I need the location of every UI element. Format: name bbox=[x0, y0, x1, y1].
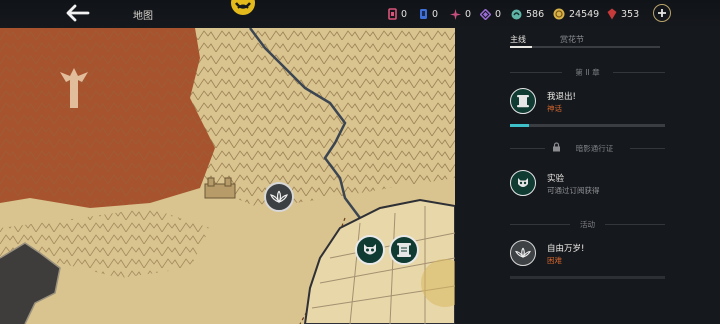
resource-ticket-value: 0 bbox=[432, 8, 439, 20]
plus-icon bbox=[658, 9, 666, 17]
quest-3-difficulty: 困难 bbox=[547, 256, 562, 265]
lotus-icon bbox=[510, 240, 536, 266]
quest-1-difficulty: 神话 bbox=[547, 104, 562, 113]
resource-swirl-value: 586 bbox=[526, 8, 545, 20]
resource-sparkle[interactable]: 0 bbox=[450, 6, 471, 22]
quest-item-1[interactable]: 我退出! 神话 bbox=[510, 88, 668, 124]
map-marker-scroll[interactable] bbox=[389, 235, 419, 265]
quest-item-3[interactable]: 自由万岁! 困难 bbox=[510, 240, 668, 276]
demon-mask-icon bbox=[510, 170, 536, 196]
quest-3-name: 自由万岁! bbox=[547, 244, 585, 254]
quest-item-2[interactable]: 实验 可通过订阅获得 bbox=[510, 170, 668, 206]
card-icon bbox=[388, 8, 397, 20]
map-marker-lotus[interactable] bbox=[264, 182, 294, 212]
resource-crystal-value: 0 bbox=[495, 8, 502, 20]
quest-panel: 主线 赏花节 第 II 章 我退出! 神话 暗影通行证 实验 可通过订阅获得 活… bbox=[455, 28, 720, 324]
resource-ticket[interactable]: 0 bbox=[419, 6, 438, 22]
resource-gem[interactable]: 353 bbox=[607, 6, 639, 22]
add-currency-button[interactable] bbox=[653, 4, 671, 22]
resource-card-value: 0 bbox=[401, 8, 408, 20]
page-title: 地图 bbox=[133, 11, 153, 22]
map-terrain bbox=[0, 28, 455, 324]
world-map[interactable] bbox=[0, 28, 455, 324]
demon-mask-icon bbox=[364, 244, 376, 255]
section-event: 活动 bbox=[510, 218, 665, 230]
sparkle-icon bbox=[450, 8, 461, 20]
resource-gem-value: 353 bbox=[621, 8, 640, 20]
quest-2-name: 实验 bbox=[547, 174, 565, 184]
gem-icon bbox=[607, 8, 617, 20]
resource-coin[interactable]: 24549 bbox=[553, 6, 599, 22]
scroll-icon bbox=[397, 243, 411, 257]
faction-emblem-icon bbox=[230, 0, 256, 16]
back-arrow-icon[interactable] bbox=[64, 3, 90, 23]
quest-1-progress bbox=[510, 124, 665, 127]
crystal-icon bbox=[480, 8, 491, 20]
top-bar: 地图 0 0 0 0 586 24549 353 bbox=[0, 0, 720, 28]
resource-coin-value: 24549 bbox=[569, 8, 600, 20]
ticket-icon bbox=[420, 9, 427, 19]
tab-underline bbox=[510, 46, 660, 48]
tab-main-story[interactable]: 主线 bbox=[510, 34, 526, 45]
swirl-icon bbox=[511, 9, 522, 19]
quest-3-underline bbox=[510, 276, 665, 279]
quest-1-name: 我退出! bbox=[547, 92, 576, 102]
scroll-icon bbox=[510, 88, 536, 114]
resource-swirl[interactable]: 586 bbox=[511, 6, 544, 22]
resource-crystal[interactable]: 0 bbox=[480, 6, 501, 22]
tab-flower-festival[interactable]: 赏花节 bbox=[560, 34, 584, 45]
lock-icon bbox=[553, 142, 560, 152]
map-marker-demon[interactable] bbox=[355, 235, 385, 265]
section-chapter: 第 II 章 bbox=[510, 66, 665, 78]
section-shadow-pass: 暗影通行证 bbox=[510, 142, 665, 154]
lotus-icon bbox=[270, 190, 288, 204]
resource-sparkle-value: 0 bbox=[465, 8, 472, 20]
quest-2-availability: 可通过订阅获得 bbox=[547, 186, 600, 195]
coin-icon bbox=[553, 8, 565, 20]
resource-card[interactable]: 0 bbox=[388, 6, 407, 22]
